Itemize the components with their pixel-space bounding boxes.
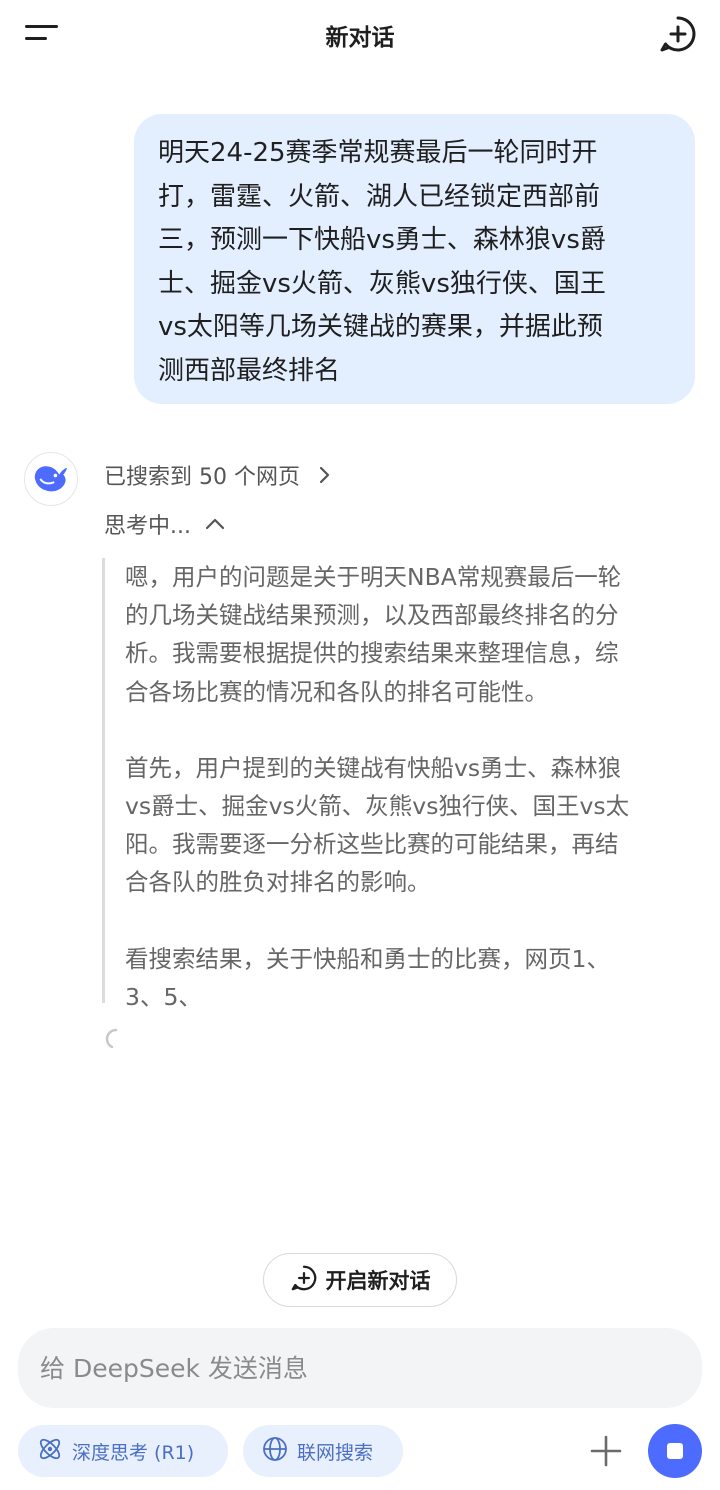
thought-line: 嗯，用户的问题是关于明天NBA常规赛最后一轮 <box>125 563 622 591</box>
stop-icon <box>667 1443 683 1459</box>
thought-paragraph: 看搜索结果，关于快船和勇士的比赛，网页1、 3、5、 <box>125 940 682 1016</box>
thought-line: 析。我需要根据提供的搜索结果来整理信息，综 <box>125 639 619 668</box>
plus-icon[interactable] <box>588 1433 624 1469</box>
deep-think-toggle[interactable]: 深度思考 (R1) <box>18 1425 228 1477</box>
thinking-toggle[interactable]: 思考中... <box>104 507 227 541</box>
new-chat-icon[interactable] <box>658 14 698 54</box>
thought-line: 看搜索结果，关于快船和勇士的比赛，网页1、 <box>125 944 610 973</box>
thought-line: 阳。我需要逐一分析这些比赛的可能结果，再结 <box>125 830 619 859</box>
thought-line: 合各场比赛的情况和各队的排名可能性。 <box>125 677 548 706</box>
web-search-toggle[interactable]: 联网搜索 <box>243 1425 403 1477</box>
thought-line: 首先，用户提到的关键战有快船vs勇士、森林狼 <box>125 753 622 782</box>
web-search-label: 联网搜索 <box>297 1441 374 1464</box>
thought-content: 嗯，用户的问题是关于明天NBA常规赛最后一轮 的几场关键战结果预测，以及西部最终… <box>102 558 682 1011</box>
search-results-toggle[interactable]: 已搜索到 50 个网页 <box>104 457 334 493</box>
stop-button[interactable] <box>648 1424 702 1478</box>
message-line: 打，雷霆、火箭、湖人已经锁定西部前 <box>158 181 601 212</box>
message-line: 三，预测一下快船vs勇士、森林狼vs爵 <box>158 225 606 255</box>
thought-line: vs爵士、掘金vs火箭、灰熊vs独行侠、国王vs太 <box>125 792 630 821</box>
atom-icon <box>36 1435 64 1467</box>
composer <box>18 1328 702 1408</box>
message-line: 测西部最终排名 <box>158 355 341 386</box>
message-line: 明天24-25赛季常规赛最后一轮同时开 <box>158 138 598 168</box>
thought-paragraph: 嗯，用户的问题是关于明天NBA常规赛最后一轮 的几场关键战结果预测，以及西部最终… <box>125 558 682 711</box>
new-dialog-button[interactable]: 开启新对话 <box>263 1253 457 1307</box>
thought-line: 3、5、 <box>125 982 202 1011</box>
deep-think-label: 深度思考 (R1) <box>72 1441 195 1464</box>
message-line: vs太阳等几场关键战的赛果，并据此预 <box>158 312 603 342</box>
new-chat-icon <box>290 1264 318 1296</box>
thought-line: 的几场关键战结果预测，以及西部最终排名的分 <box>125 601 619 630</box>
message-input[interactable] <box>40 1348 680 1388</box>
thought-line: 合各队的胜负对排名的影响。 <box>125 868 431 897</box>
user-message-bubble: 明天24-25赛季常规赛最后一轮同时开 打，雷霆、火箭、湖人已经锁定西部前 三，… <box>134 114 695 404</box>
message-line: 士、掘金vs火箭、灰熊vs独行侠、国王 <box>158 268 606 299</box>
new-dialog-label: 开启新对话 <box>325 1269 431 1293</box>
spinner-icon <box>104 1027 128 1051</box>
chevron-up-icon <box>203 514 227 534</box>
thought-paragraph: 首先，用户提到的关键战有快船vs勇士、森林狼 vs爵士、掘金vs火箭、灰熊vs独… <box>125 749 682 902</box>
page-title: 新对话 <box>325 25 395 51</box>
chevron-right-icon <box>314 465 334 485</box>
search-status-text: 已搜索到 50 个网页 <box>104 465 300 490</box>
top-bar: 新对话 <box>0 0 720 70</box>
thinking-status-text: 思考中... <box>104 514 191 539</box>
globe-icon <box>261 1435 289 1467</box>
deepseek-logo-icon <box>24 452 78 506</box>
